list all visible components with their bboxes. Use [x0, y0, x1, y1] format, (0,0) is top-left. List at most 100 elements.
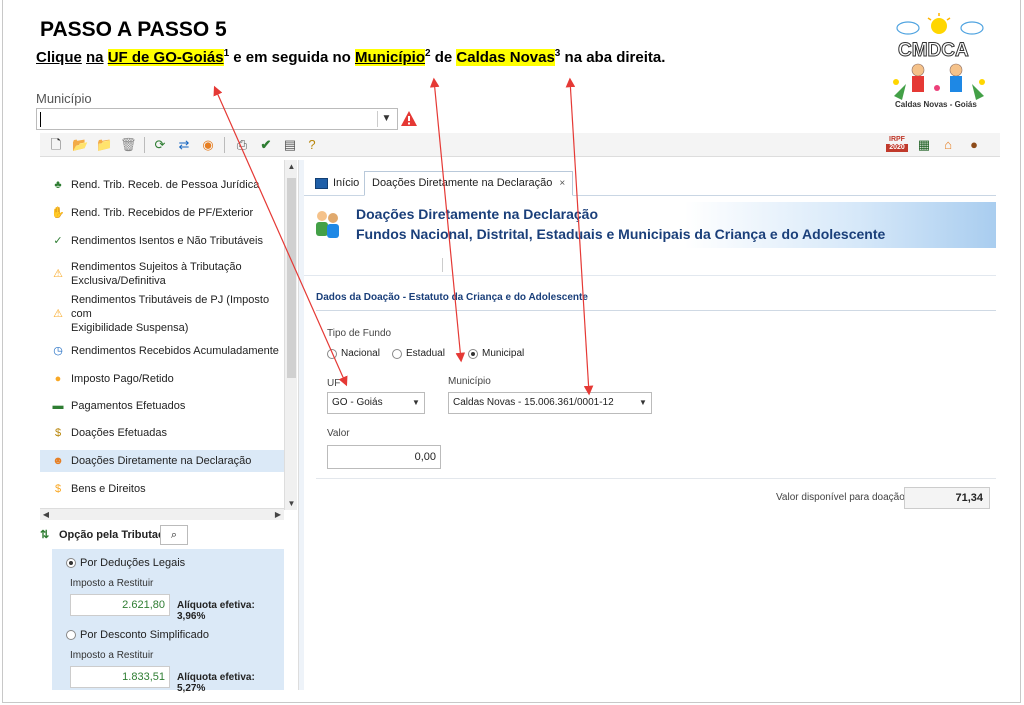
sidebar-item-rend-pj-suspensa[interactable]: ⚠ Rendimentos Tributáveis de PJ (Imposto…	[40, 294, 284, 334]
new-file-icon[interactable]: 🗋	[48, 137, 64, 153]
sidebar-item-label: Rendimentos Recebidos Acumuladamente	[71, 345, 279, 357]
sidebar-item-doacoes-efetuadas[interactable]: $ Doações Efetuadas	[40, 424, 284, 442]
instruction-word-na: na	[86, 49, 104, 66]
tab-bar: Início Doações Diretamente na Declaração…	[304, 168, 996, 196]
home-icon[interactable]: ⌂	[940, 137, 956, 153]
warning-icon	[401, 111, 417, 126]
radio-label: Nacional	[341, 348, 380, 359]
radio-desconto-simplificado[interactable]: Por Desconto Simplificado	[66, 629, 209, 641]
sidebar-item-label-line1: Rendimentos Sujeitos à Tributação	[71, 261, 242, 273]
radio-indicator	[468, 348, 478, 359]
sidebar-item-label-line2: Exigibilidade Suspensa)	[71, 322, 189, 334]
instruction-city-highlight: Caldas Novas	[456, 49, 555, 66]
close-icon[interactable]: ×	[559, 172, 565, 195]
sidebar-item-label: Bens e Direitos	[71, 483, 146, 495]
people-icon	[316, 211, 339, 238]
tab-doacoes-declaracao[interactable]: Doações Diretamente na Declaração ×	[364, 171, 574, 196]
radio-estadual[interactable]: Estadual	[392, 348, 445, 359]
chalkboard-icon[interactable]: ▦	[916, 137, 932, 153]
sidebar-item-label: Rendimentos Sujeitos à Tributação Exclus…	[71, 260, 242, 288]
radio-municipal[interactable]: Municipal	[468, 348, 524, 359]
toolbar-separator	[144, 137, 145, 153]
aliquota-label: Alíquota efetiva: 3,96%	[177, 600, 255, 622]
calculator-icon[interactable]: ▤	[282, 137, 298, 153]
tax-transfer-icon: ⇅	[40, 529, 50, 541]
sidebar-item-rend-pj[interactable]: ♣ Rend. Trib. Receb. de Pessoa Jurídica	[40, 176, 284, 194]
radio-label: Por Deduções Legais	[80, 557, 186, 569]
coin-icon: $	[54, 483, 62, 495]
monitor-icon	[315, 178, 328, 189]
checkmark-icon[interactable]: ✔	[258, 137, 274, 153]
cmdca-logo: CMDCA	[893, 13, 985, 100]
tax-option-panel: ⇅ Opção pela Tributação: ⌕ Por Deduções …	[40, 520, 284, 694]
sidebar-item-doacoes-declaracao[interactable]: ☻ Doações Diretamente na Declaração	[40, 450, 284, 472]
printer-icon[interactable]: ⎙	[234, 137, 250, 153]
divider	[316, 478, 996, 479]
sidebar-item-rend-isentos[interactable]: ✓ Rendimentos Isentos e Não Tributáveis	[40, 232, 284, 250]
lion-icon[interactable]: ●	[966, 137, 982, 153]
sidebar-item-rend-exclusiva[interactable]: ⚠ Rendimentos Sujeitos à Tributação Excl…	[40, 258, 284, 290]
instruction-mid: e em seguida no	[229, 49, 355, 66]
sidebar-item-pagamentos[interactable]: ▬ Pagamentos Efetuados	[40, 397, 284, 415]
doc-clock-icon: ◷	[53, 345, 63, 357]
card-icon: ▬	[52, 400, 64, 412]
tab-inicio[interactable]: Início	[308, 171, 366, 196]
sync-icon[interactable]: ⟳	[152, 137, 168, 153]
sidebar-item-label-line2: Exclusiva/Definitiva	[71, 275, 166, 287]
municipio-label: Município	[448, 376, 491, 387]
sidebar-item-imposto-pago[interactable]: ● Imposto Pago/Retido	[40, 370, 284, 388]
svg-text:CMDCA: CMDCA	[898, 40, 969, 61]
sidebar-item-rend-pf-exterior[interactable]: ✋ Rend. Trib. Recebidos de PF/Exterior	[40, 204, 284, 222]
section-title: Dados da Doação - Estatuto da Criança e …	[316, 292, 588, 303]
valor-disponivel-label: Valor disponível para doação:	[776, 492, 908, 503]
tab-label: Início	[333, 177, 360, 189]
irpf-badge: IRPF 2020	[886, 136, 908, 153]
scroll-down-icon[interactable]: ▼	[285, 497, 298, 510]
sidebar-vertical-scrollbar[interactable]: ▲ ▼	[284, 160, 297, 510]
instruction-de: de	[430, 49, 457, 66]
coin-person-icon: ●	[54, 373, 62, 385]
radio-label: Estadual	[406, 348, 445, 359]
scroll-thumb[interactable]	[287, 178, 296, 378]
instruction-text: Clique na UF de GO-Goiás1 e em seguida n…	[36, 48, 665, 66]
chevron-down-icon[interactable]: ▼	[636, 394, 650, 412]
open-folder-icon[interactable]: 📂	[72, 137, 88, 153]
municipio-select[interactable]: Caldas Novas - 15.006.361/0001-12 ▼	[448, 392, 652, 414]
search-button[interactable]: ⌕	[160, 525, 188, 545]
radio-label: Por Desconto Simplificado	[80, 629, 210, 641]
sidebar-horizontal-scrollbar[interactable]: ◀ ▶	[40, 508, 284, 520]
instruction-word-click: Clique	[36, 49, 82, 66]
sidebar-item-label: Rend. Trib. Receb. de Pessoa Jurídica	[71, 179, 260, 191]
transfer-icon[interactable]: ⇄	[176, 137, 192, 153]
restituir-value: 2.621,80	[70, 594, 170, 616]
uf-select-value: GO - Goiás	[332, 397, 383, 408]
radio-indicator	[392, 348, 402, 359]
municipio-combobox[interactable]: ▼	[36, 108, 398, 130]
restituir-value: 1.833,51	[70, 666, 170, 688]
radio-deducoes-legais[interactable]: Por Deduções Legais	[66, 557, 185, 569]
globe-icon[interactable]: ◉	[200, 137, 216, 153]
uf-select[interactable]: GO - Goiás ▼	[327, 392, 425, 414]
radio-nacional[interactable]: Nacional	[327, 348, 380, 359]
sub-toolbar	[304, 252, 996, 276]
text-cursor	[40, 112, 41, 127]
folder-icon[interactable]: 📁	[96, 137, 112, 153]
valor-input[interactable]: 0,00	[327, 445, 441, 469]
chevron-down-icon[interactable]: ▼	[377, 111, 395, 127]
toolbar-separator	[224, 137, 225, 153]
sidebar-item-rend-acumulados[interactable]: ◷ Rendimentos Recebidos Acumuladamente	[40, 342, 284, 360]
sidebar-nav: ♣ Rend. Trib. Receb. de Pessoa Jurídica …	[40, 160, 284, 510]
toolbar-separator	[442, 258, 443, 272]
scroll-up-icon[interactable]: ▲	[285, 160, 298, 173]
restituir-label: Imposto a Restituir	[70, 578, 154, 589]
tipo-fundo-label: Tipo de Fundo	[327, 328, 392, 339]
restituir-label: Imposto a Restituir	[70, 650, 154, 661]
sidebar-item-bens-direitos[interactable]: $ Bens e Direitos	[40, 480, 284, 498]
page-subtitle: Fundos Nacional, Distrital, Estaduais e …	[356, 226, 886, 242]
irpf-badge-year: 2020	[886, 144, 908, 152]
trash-icon[interactable]: 🗑	[120, 137, 137, 153]
valor-disponivel-value: 71,34	[904, 487, 990, 509]
main-toolbar: 🗋 📂 📁 🗑 ⟳ ⇄ ◉ ⎙ ✔ ▤ ? IRPF 2020 ▦ ⌂ ●	[40, 133, 1000, 157]
chevron-down-icon[interactable]: ▼	[409, 394, 423, 412]
help-book-icon[interactable]: ?	[304, 137, 320, 153]
